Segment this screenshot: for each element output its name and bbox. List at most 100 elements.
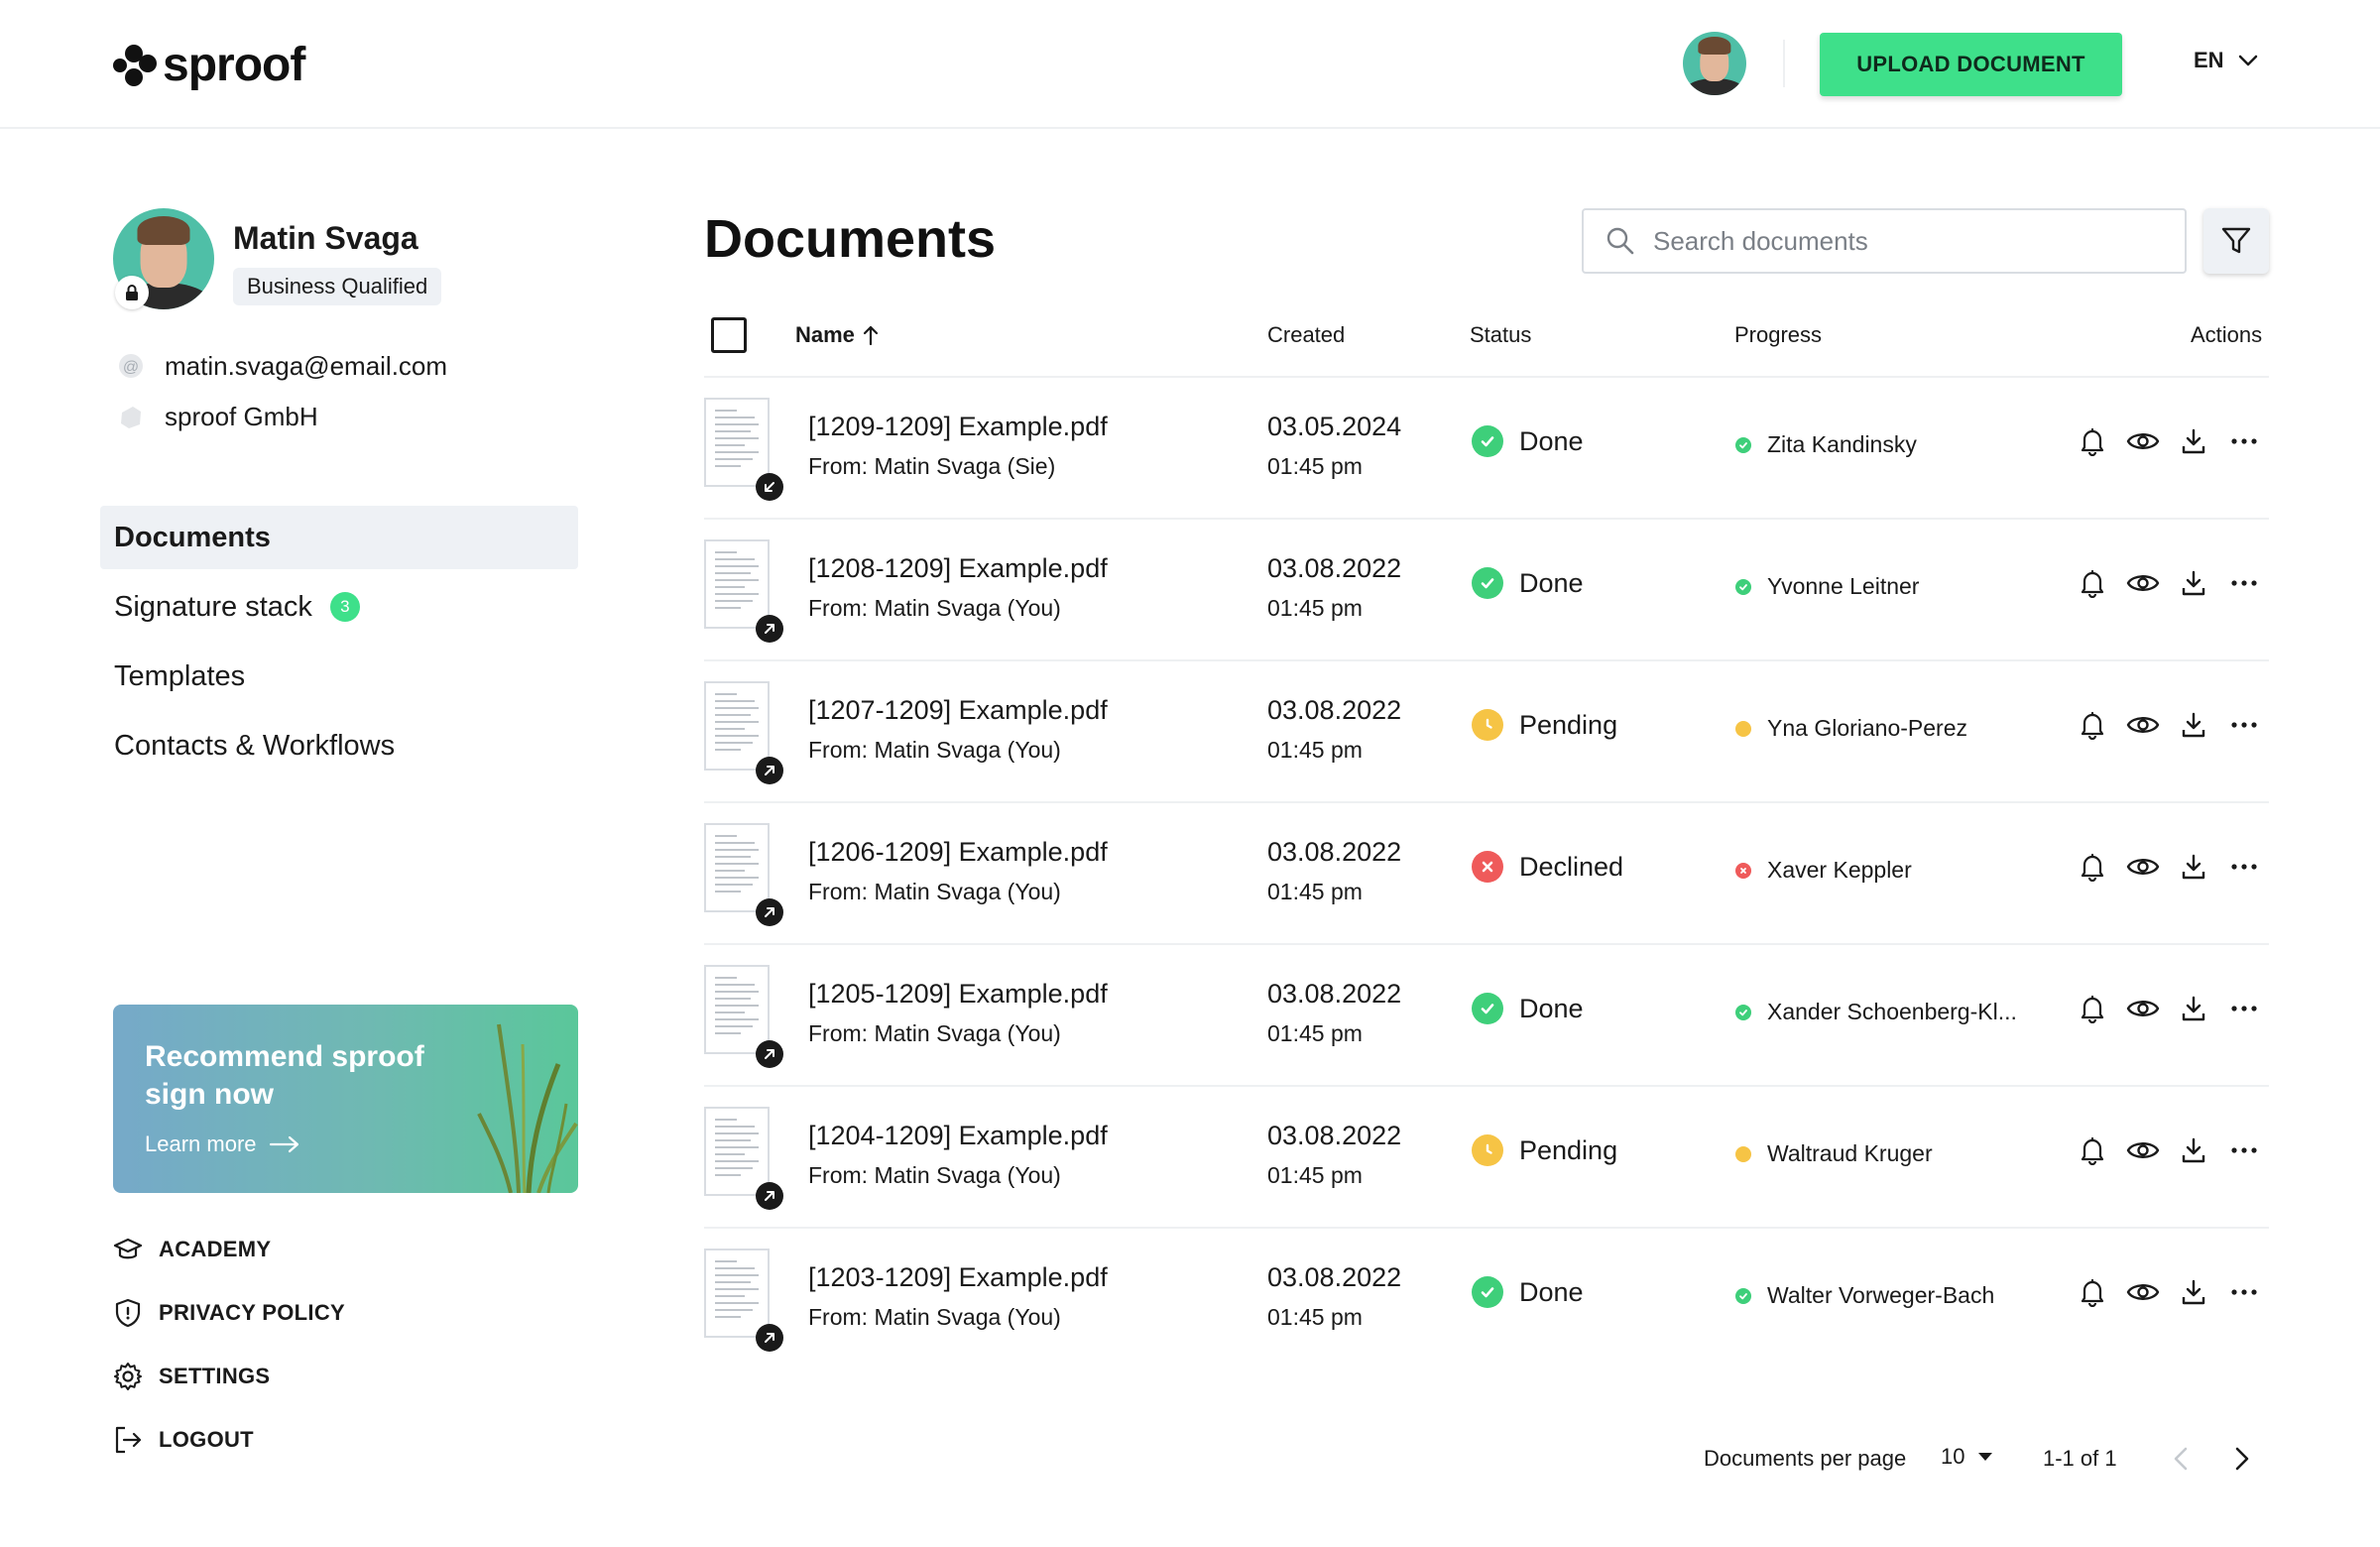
search-icon bbox=[1606, 227, 1634, 255]
next-page-button[interactable] bbox=[2223, 1440, 2261, 1478]
document-thumbnail[interactable] bbox=[704, 398, 783, 501]
more-button[interactable] bbox=[2224, 705, 2264, 745]
search-input[interactable] bbox=[1653, 225, 2129, 257]
table-row[interactable]: [1206-1209] Example.pdf From: Matin Svag… bbox=[0, 803, 2380, 945]
header-avatar[interactable] bbox=[1683, 32, 1746, 95]
download-button[interactable] bbox=[2174, 563, 2213, 603]
eye-button[interactable] bbox=[2123, 847, 2163, 887]
progress-signer: Zita Kandinsky bbox=[1735, 431, 1917, 458]
created-time: 01:45 pm bbox=[1267, 737, 1363, 763]
sproof-logo[interactable]: sproof bbox=[113, 38, 305, 92]
bell-button[interactable] bbox=[2073, 563, 2112, 603]
created-date: 03.08.2022 bbox=[1267, 695, 1402, 725]
signer-name: Yna Gloriano-Perez bbox=[1767, 715, 1967, 741]
select-all-checkbox[interactable] bbox=[711, 317, 747, 353]
profile-email: matin.svaga@email.com bbox=[165, 350, 448, 381]
table-row[interactable]: [1208-1209] Example.pdf From: Matin Svag… bbox=[0, 520, 2380, 661]
eye-button[interactable] bbox=[2123, 563, 2163, 603]
more-button[interactable] bbox=[2224, 847, 2264, 887]
document-thumbnail[interactable] bbox=[704, 1107, 783, 1210]
table-row[interactable]: [1204-1209] Example.pdf From: Matin Svag… bbox=[0, 1087, 2380, 1229]
previous-page-button[interactable] bbox=[2162, 1440, 2200, 1478]
more-button[interactable] bbox=[2224, 563, 2264, 603]
table-row[interactable]: [1207-1209] Example.pdf From: Matin Svag… bbox=[0, 661, 2380, 803]
eye-button[interactable] bbox=[2123, 1272, 2163, 1312]
eye-icon bbox=[2126, 571, 2160, 595]
progress-pending-icon bbox=[1735, 720, 1751, 737]
table-row[interactable]: [1209-1209] Example.pdf From: Matin Svag… bbox=[0, 378, 2380, 520]
bell-icon bbox=[2080, 710, 2105, 740]
table-row[interactable]: [1203-1209] Example.pdf From: Matin Svag… bbox=[0, 1229, 2380, 1370]
bell-button[interactable] bbox=[2073, 989, 2112, 1028]
document-name[interactable]: [1209-1209] Example.pdf bbox=[808, 412, 1108, 442]
document-name[interactable]: [1205-1209] Example.pdf bbox=[808, 979, 1108, 1010]
document-thumbnail[interactable] bbox=[704, 965, 783, 1068]
language-selector[interactable]: EN bbox=[2194, 48, 2258, 73]
more-button[interactable] bbox=[2224, 1272, 2264, 1312]
more-button[interactable] bbox=[2224, 1130, 2264, 1170]
document-name[interactable]: [1203-1209] Example.pdf bbox=[808, 1262, 1108, 1293]
document-name[interactable]: [1204-1209] Example.pdf bbox=[808, 1121, 1108, 1151]
status-label: Declined bbox=[1519, 851, 1624, 882]
status-indicator: Done bbox=[1472, 993, 1584, 1024]
per-page-select[interactable]: 10 bbox=[1941, 1444, 1993, 1470]
eye-button[interactable] bbox=[2123, 421, 2163, 461]
document-thumbnail[interactable] bbox=[704, 823, 783, 926]
bell-icon bbox=[2080, 852, 2105, 882]
download-button[interactable] bbox=[2174, 1130, 2213, 1170]
footer-logout-link[interactable]: LOGOUT bbox=[111, 1423, 254, 1457]
download-button[interactable] bbox=[2174, 421, 2213, 461]
column-header-status[interactable]: Status bbox=[1470, 322, 1531, 348]
document-name[interactable]: [1206-1209] Example.pdf bbox=[808, 837, 1108, 868]
eye-button[interactable] bbox=[2123, 705, 2163, 745]
eye-button[interactable] bbox=[2123, 989, 2163, 1028]
bell-button[interactable] bbox=[2073, 1272, 2112, 1312]
download-button[interactable] bbox=[2174, 705, 2213, 745]
eye-icon bbox=[2126, 713, 2160, 737]
chevron-left-icon bbox=[2174, 1447, 2188, 1471]
progress-declined-icon bbox=[1735, 862, 1751, 879]
bell-button[interactable] bbox=[2073, 421, 2112, 461]
download-button[interactable] bbox=[2174, 1272, 2213, 1312]
download-icon bbox=[2181, 569, 2206, 597]
column-header-created[interactable]: Created bbox=[1267, 322, 1345, 348]
document-name[interactable]: [1208-1209] Example.pdf bbox=[808, 553, 1108, 584]
more-button[interactable] bbox=[2224, 989, 2264, 1028]
table-row[interactable]: [1205-1209] Example.pdf From: Matin Svag… bbox=[0, 945, 2380, 1087]
arrow-down-left-icon bbox=[756, 473, 783, 501]
status-pending-icon bbox=[1472, 1134, 1503, 1166]
progress-signer: Walter Vorweger-Bach bbox=[1735, 1282, 1994, 1309]
more-button[interactable] bbox=[2224, 421, 2264, 461]
created-date: 03.08.2022 bbox=[1267, 1121, 1402, 1150]
eye-button[interactable] bbox=[2123, 1130, 2163, 1170]
download-button[interactable] bbox=[2174, 989, 2213, 1028]
language-label: EN bbox=[2194, 48, 2224, 72]
upload-document-button[interactable]: UPLOAD DOCUMENT bbox=[1820, 33, 2122, 96]
document-thumbnail[interactable] bbox=[704, 539, 783, 643]
arrow-up-right-icon bbox=[756, 757, 783, 784]
bell-button[interactable] bbox=[2073, 847, 2112, 887]
column-header-name[interactable]: Name bbox=[795, 322, 879, 348]
bell-button[interactable] bbox=[2073, 1130, 2112, 1170]
qualification-badge: Business Qualified bbox=[233, 268, 442, 305]
footer-logout-label: LOGOUT bbox=[159, 1427, 254, 1452]
progress-done-icon bbox=[1735, 578, 1751, 595]
created-time: 01:45 pm bbox=[1267, 879, 1363, 904]
bell-button[interactable] bbox=[2073, 705, 2112, 745]
bell-icon bbox=[2080, 1135, 2105, 1165]
status-done-icon bbox=[1472, 1276, 1503, 1308]
download-icon bbox=[2181, 711, 2206, 739]
search-box[interactable] bbox=[1582, 208, 2187, 274]
signer-name: Xander Schoenberg-Kl... bbox=[1767, 999, 2017, 1024]
column-header-actions: Actions bbox=[2191, 322, 2263, 347]
row-actions bbox=[2073, 421, 2275, 461]
status-label: Done bbox=[1519, 567, 1584, 598]
document-thumbnail[interactable] bbox=[704, 1249, 783, 1352]
document-name[interactable]: [1207-1209] Example.pdf bbox=[808, 695, 1108, 726]
column-header-progress[interactable]: Progress bbox=[1734, 322, 1822, 348]
download-button[interactable] bbox=[2174, 847, 2213, 887]
signer-name: Zita Kandinsky bbox=[1767, 431, 1917, 457]
document-thumbnail[interactable] bbox=[704, 681, 783, 784]
pagination-range: 1-1 of 1 bbox=[2043, 1446, 2117, 1471]
filter-button[interactable] bbox=[2203, 208, 2269, 274]
